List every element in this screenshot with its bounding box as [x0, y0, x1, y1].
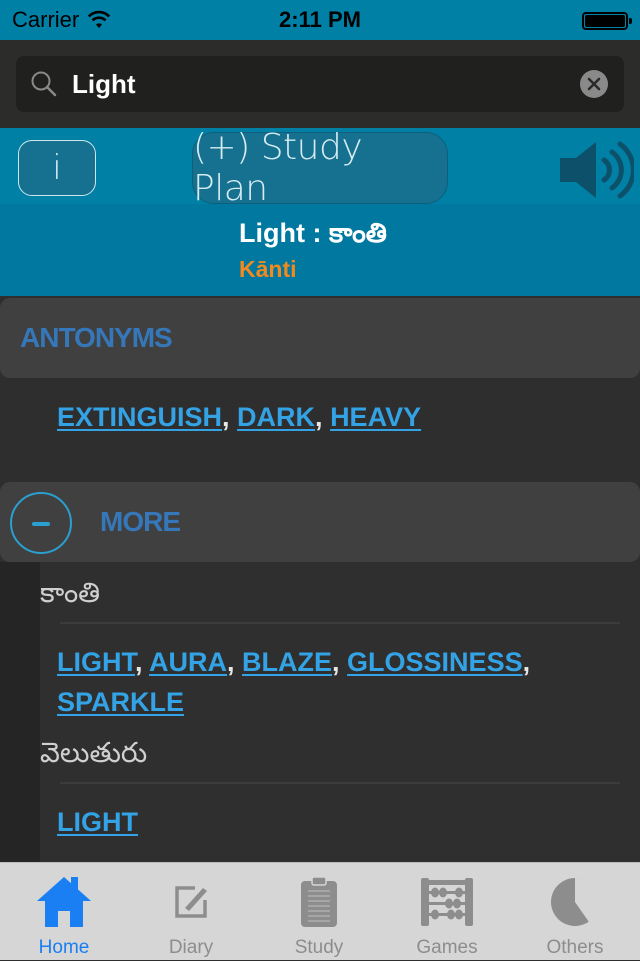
- separator: ,: [315, 402, 331, 432]
- status-bar: Carrier 2:11 PM: [0, 0, 640, 40]
- clear-search-button[interactable]: [580, 70, 608, 98]
- synonym-link[interactable]: LIGHT: [57, 807, 138, 837]
- tab-label: Games: [416, 937, 478, 958]
- more-section-body: కాంతి LIGHT, AURA, BLAZE, GLOSSINESS, SP…: [0, 562, 640, 862]
- synonyms-list: LIGHT, AURA, BLAZE, GLOSSINESS, SPARKLE: [57, 642, 617, 722]
- synonyms-list: LIGHT: [57, 802, 138, 842]
- info-button[interactable]: i: [18, 140, 96, 196]
- synonym-link[interactable]: SPARKLE: [57, 687, 184, 717]
- study-icon: [301, 876, 337, 927]
- tab-study[interactable]: Study: [255, 863, 383, 961]
- more-title: MORE: [100, 506, 181, 537]
- tab-games[interactable]: Games: [383, 863, 511, 961]
- antonyms-title: ANTONYMS: [20, 322, 173, 353]
- diary-icon: [175, 886, 207, 918]
- separator: ,: [135, 647, 150, 677]
- search-icon: [31, 71, 57, 97]
- synonym-link[interactable]: GLOSSINESS: [347, 647, 523, 677]
- word-headline: Light : కాంతి: [239, 218, 387, 248]
- others-icon: [551, 877, 600, 926]
- tab-home[interactable]: Home: [0, 863, 128, 961]
- tab-label: Study: [294, 937, 344, 958]
- antonym-link[interactable]: DARK: [237, 402, 315, 432]
- tab-others[interactable]: Others: [511, 863, 639, 961]
- separator: ,: [522, 647, 531, 677]
- speaker-icon[interactable]: [558, 140, 634, 200]
- add-study-plan-button[interactable]: (+) Study Plan: [192, 127, 448, 209]
- word-header: Light : కాంతి Kānti: [0, 204, 640, 296]
- separator: ,: [332, 647, 348, 677]
- tab-label: Others: [546, 937, 604, 958]
- antonyms-list: EXTINGUISH, DARK, HEAVY: [57, 397, 421, 437]
- tab-bar: Home Diary Study Games Others: [0, 862, 640, 960]
- search-bar: [0, 40, 640, 128]
- tab-label: Home: [38, 937, 90, 958]
- indent-gutter: [0, 562, 40, 862]
- word-toolbar: i (+) Study Plan: [0, 127, 640, 209]
- search-input[interactable]: [72, 64, 572, 104]
- antonym-link[interactable]: EXTINGUISH: [57, 402, 222, 432]
- battery-icon: [582, 12, 632, 30]
- collapse-icon[interactable]: [10, 492, 72, 554]
- separator: ,: [227, 647, 243, 677]
- more-section-header[interactable]: MORE: [0, 482, 640, 562]
- close-icon: [587, 77, 601, 91]
- divider: [60, 622, 620, 624]
- study-plan-label: (+) Study Plan: [193, 127, 363, 209]
- synonym-link[interactable]: LIGHT: [57, 647, 135, 677]
- search-field[interactable]: [16, 56, 624, 112]
- synonym-link[interactable]: BLAZE: [242, 647, 332, 677]
- separator: ,: [222, 402, 238, 432]
- home-icon: [37, 877, 91, 927]
- antonym-link[interactable]: HEAVY: [330, 402, 421, 432]
- clock: 2:11 PM: [279, 7, 361, 32]
- antonyms-section-header: ANTONYMS: [0, 298, 640, 378]
- word-transliteration: Kānti: [239, 256, 297, 282]
- synonym-link[interactable]: AURA: [149, 647, 227, 677]
- tab-diary[interactable]: Diary: [127, 863, 255, 961]
- tab-label: Diary: [168, 937, 214, 958]
- meaning-telugu-word: వెలుతురు: [40, 736, 148, 769]
- games-icon: [421, 878, 473, 926]
- info-label: i: [52, 148, 62, 188]
- meaning-telugu-word: కాంతి: [40, 576, 101, 609]
- divider: [60, 782, 620, 784]
